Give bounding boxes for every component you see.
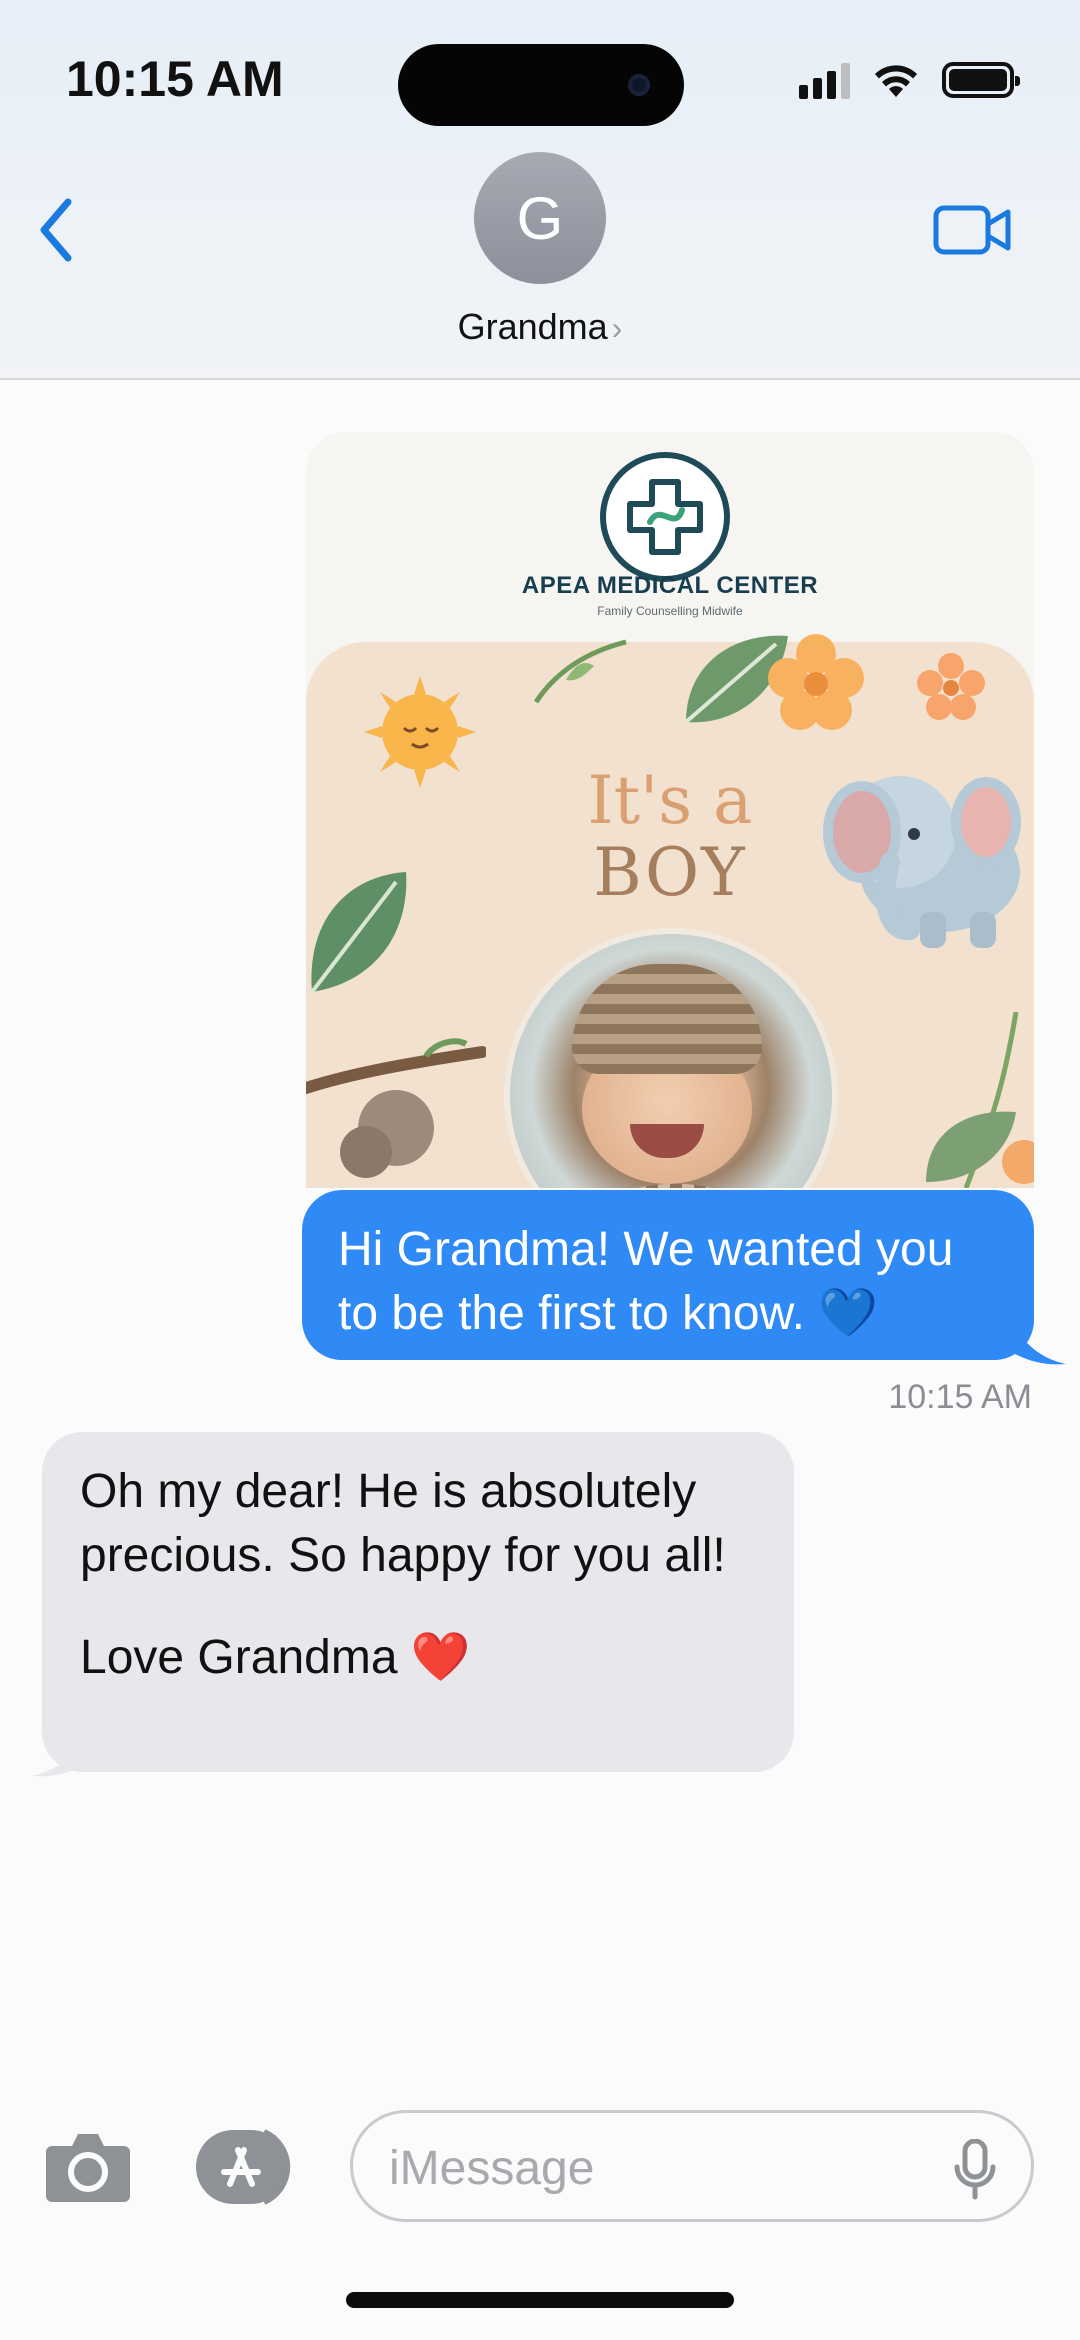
org-subtitle: Family Counselling Midwife bbox=[597, 604, 743, 618]
flower-small-icon bbox=[917, 653, 985, 720]
contact-name: Grandma bbox=[457, 306, 608, 347]
dynamic-island bbox=[398, 44, 684, 126]
contact-name-button[interactable]: Grandma › bbox=[0, 306, 1080, 348]
imessage-input-field[interactable] bbox=[350, 2110, 1034, 2222]
message-timestamp: 10:15 AM bbox=[888, 1378, 1032, 1416]
wifi-icon bbox=[875, 65, 917, 97]
app-store-icon[interactable] bbox=[194, 2126, 300, 2208]
front-camera bbox=[628, 74, 650, 96]
conversation-header: 10:15 AM G Grandma › bbox=[0, 0, 1080, 380]
sent-bubble-tail bbox=[1008, 1310, 1066, 1365]
received-message-paragraph-1: Oh my dear! He is absolutely precious. S… bbox=[80, 1465, 726, 1582]
image-attachment[interactable]: APEA MEDICAL CENTER Family Counselling M… bbox=[306, 432, 1034, 1188]
sloth-branch-icon bbox=[306, 1038, 486, 1178]
announcement-card: APEA MEDICAL CENTER Family Counselling M… bbox=[306, 432, 1034, 1188]
baby-body bbox=[550, 1184, 800, 1188]
status-icons bbox=[799, 58, 1020, 102]
sent-message-text: Hi Grandma! We wanted you to be the firs… bbox=[338, 1223, 954, 1340]
contact-avatar[interactable]: G bbox=[474, 152, 606, 284]
camera-icon[interactable] bbox=[44, 2128, 132, 2204]
back-chevron-icon[interactable] bbox=[28, 190, 88, 270]
received-bubble-tail bbox=[32, 1724, 90, 1777]
battery-icon bbox=[942, 62, 1020, 98]
received-message-paragraph-2: Love Grandma ❤️ bbox=[80, 1631, 471, 1684]
status-time: 10:15 AM bbox=[66, 51, 284, 107]
baby-hat bbox=[572, 964, 762, 1074]
received-message-bubble[interactable]: Oh my dear! He is absolutely precious. S… bbox=[42, 1432, 794, 1772]
leaf-bottom-right-icon bbox=[926, 1012, 1034, 1188]
imessage-input[interactable] bbox=[389, 2135, 929, 2201]
microphone-icon[interactable] bbox=[953, 2139, 997, 2201]
medical-cross-logo-icon bbox=[600, 452, 730, 582]
leaf-icon bbox=[533, 639, 627, 704]
video-call-icon[interactable] bbox=[932, 200, 1014, 260]
sent-message-bubble[interactable]: Hi Grandma! We wanted you to be the firs… bbox=[302, 1190, 1034, 1360]
elephant-icon bbox=[823, 776, 1021, 948]
org-title: APEA MEDICAL CENTER bbox=[521, 572, 819, 599]
chevron-right-icon: › bbox=[611, 310, 623, 346]
cellular-signal-icon bbox=[799, 61, 850, 99]
home-indicator[interactable] bbox=[346, 2292, 734, 2308]
monstera-left-icon bbox=[310, 872, 407, 994]
flower-icon bbox=[768, 634, 864, 730]
